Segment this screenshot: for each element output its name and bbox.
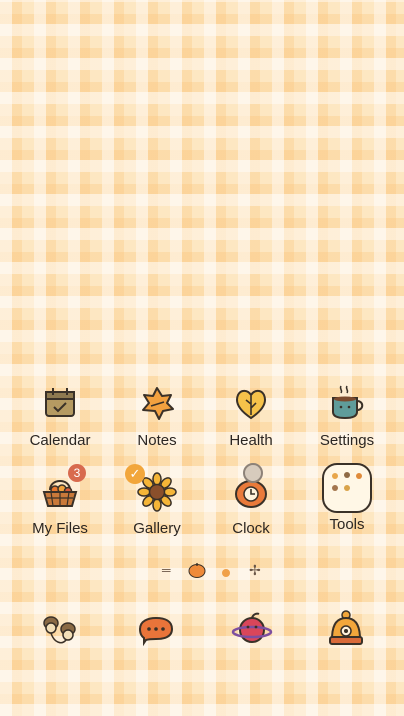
dock-messages[interactable] [134,609,178,649]
add-page-icon: ✢ [249,562,261,578]
app-calendar[interactable]: Calendar [12,382,108,449]
status-dot-icon [243,463,263,483]
app-gallery[interactable]: ✓ Gallery [109,464,205,537]
menu-lines-icon: ═ [162,563,171,577]
teacup-icon [325,382,369,426]
page-indicator[interactable]: ═ ✢ [0,562,404,581]
app-label: Settings [319,432,375,449]
apple-planet-icon [231,612,273,643]
app-label: Notes [137,432,177,449]
app-my-files[interactable]: 3 My Files [12,464,108,537]
app-label: Gallery [133,520,181,537]
app-notes[interactable]: Notes [109,382,205,449]
app-label: Calendar [29,432,91,449]
app-label: Tools [329,516,365,533]
sunflower-icon: ✓ [125,464,179,514]
app-label: Clock [232,520,270,537]
dock-acorns[interactable] [40,609,84,649]
app-label: My Files [32,520,88,537]
beanie-icon [329,610,363,645]
folder-icon [321,462,373,514]
speech-bubble-icon [138,616,174,647]
acorns-icon [43,616,76,644]
app-health[interactable]: Health [203,382,299,449]
heart-leaf-icon [229,382,273,426]
dock-browser[interactable] [230,609,274,649]
page-dot-icon [221,567,231,581]
pumpkin-clock-icon [229,463,273,514]
app-settings[interactable]: Settings [299,382,395,449]
app-tools[interactable]: Tools [299,462,395,533]
leaf-icon [135,382,179,426]
notification-badge: 3 [68,464,86,482]
pumpkin-page-icon [188,562,206,581]
basket-icon: 3 [38,464,86,514]
selected-check-icon: ✓ [125,464,145,484]
dock-camera[interactable] [324,609,368,649]
app-clock[interactable]: Clock [203,463,299,537]
app-label: Health [229,432,273,449]
calendar-icon [38,382,82,426]
